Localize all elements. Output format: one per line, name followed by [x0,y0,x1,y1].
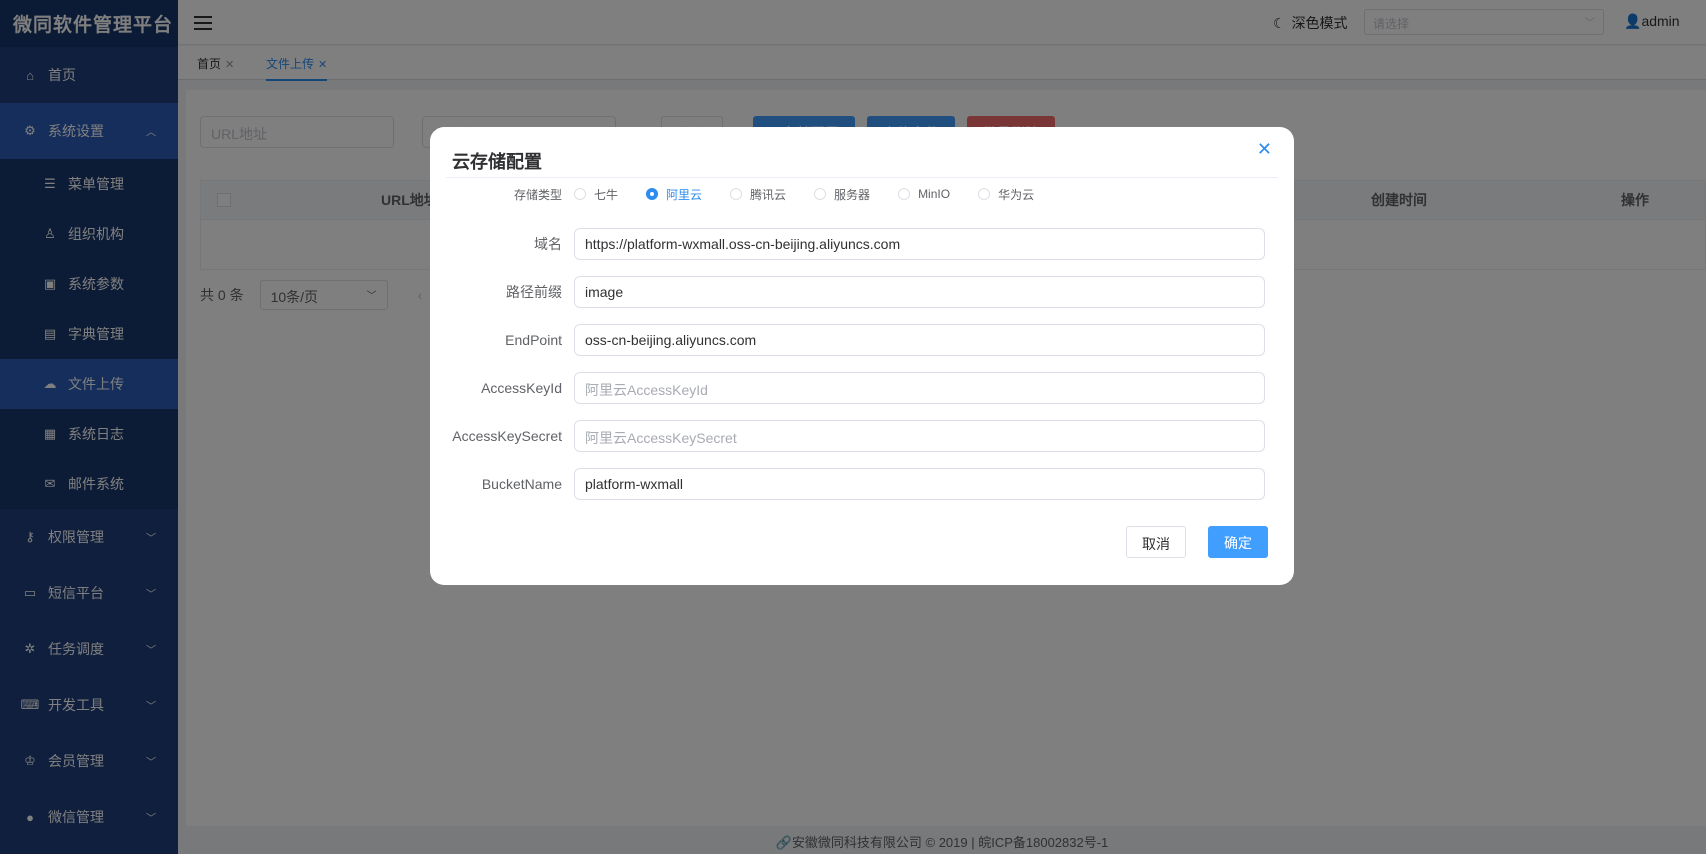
field-label: BucketName [481,476,562,492]
radio-minio[interactable]: MinIO [898,187,950,201]
radio-circle [898,188,911,200]
access-key-secret-row: AccessKeySecret 阿里云AccessKeySecret [430,420,1294,452]
radio-circle [814,188,827,200]
close-icon[interactable]: ✕ [1257,139,1272,160]
field-label: AccessKeySecret [452,428,562,444]
storage-type-row: 存储类型 七牛 阿里云 腾讯云 服务器 MinIO 华为云 [430,184,1294,204]
field-label: 域名 [534,236,562,252]
radio-label: 七牛 [594,187,619,202]
storage-type-label: 存储类型 [513,187,562,202]
dialog-title: 云存储配置 [452,152,542,172]
cancel-button[interactable]: 取消 [1126,526,1186,558]
cloud-storage-dialog: 云存储配置 ✕ 存储类型 七牛 阿里云 腾讯云 服务器 MinIO 华为云 域名… [430,127,1294,585]
radio-label: MinIO [918,187,951,201]
radio-server[interactable]: 服务器 [814,186,870,203]
radio-circle [978,188,991,200]
radio-circle [574,188,586,200]
bucket-name-row: BucketName platform-wxmall [430,468,1294,500]
radio-label: 腾讯云 [750,187,787,202]
bucket-name-input[interactable]: platform-wxmall [574,468,1265,500]
confirm-button[interactable]: 确定 [1208,526,1268,558]
domain-input[interactable]: https://platform-wxmall.oss-cn-beijing.a… [574,228,1265,260]
field-label: AccessKeyId [481,380,562,396]
radio-circle [730,188,743,200]
field-label: EndPoint [505,332,562,348]
divider [446,177,1278,178]
access-key-secret-input[interactable]: 阿里云AccessKeySecret [574,420,1265,452]
field-label: 路径前缀 [506,284,562,300]
domain-row: 域名 https://platform-wxmall.oss-cn-beijin… [430,228,1294,260]
endpoint-input[interactable]: oss-cn-beijing.aliyuncs.com [574,324,1265,356]
radio-label: 阿里云 [666,187,703,202]
radio-circle [646,188,659,200]
radio-label: 服务器 [834,187,871,202]
storage-type-radio-group: 七牛 阿里云 腾讯云 服务器 MinIO 华为云 [574,186,1062,203]
radio-label: 华为云 [998,187,1035,202]
access-key-id-input[interactable]: 阿里云AccessKeyId [574,372,1265,404]
radio-qiniu[interactable]: 七牛 [574,186,618,203]
access-key-id-row: AccessKeyId 阿里云AccessKeyId [430,372,1294,404]
radio-huawei[interactable]: 华为云 [978,186,1034,203]
path-prefix-row: 路径前缀 image [430,276,1294,308]
path-prefix-input[interactable]: image [574,276,1265,308]
radio-aliyun[interactable]: 阿里云 [646,186,702,203]
radio-tencent[interactable]: 腾讯云 [730,186,786,203]
endpoint-row: EndPoint oss-cn-beijing.aliyuncs.com [430,324,1294,356]
